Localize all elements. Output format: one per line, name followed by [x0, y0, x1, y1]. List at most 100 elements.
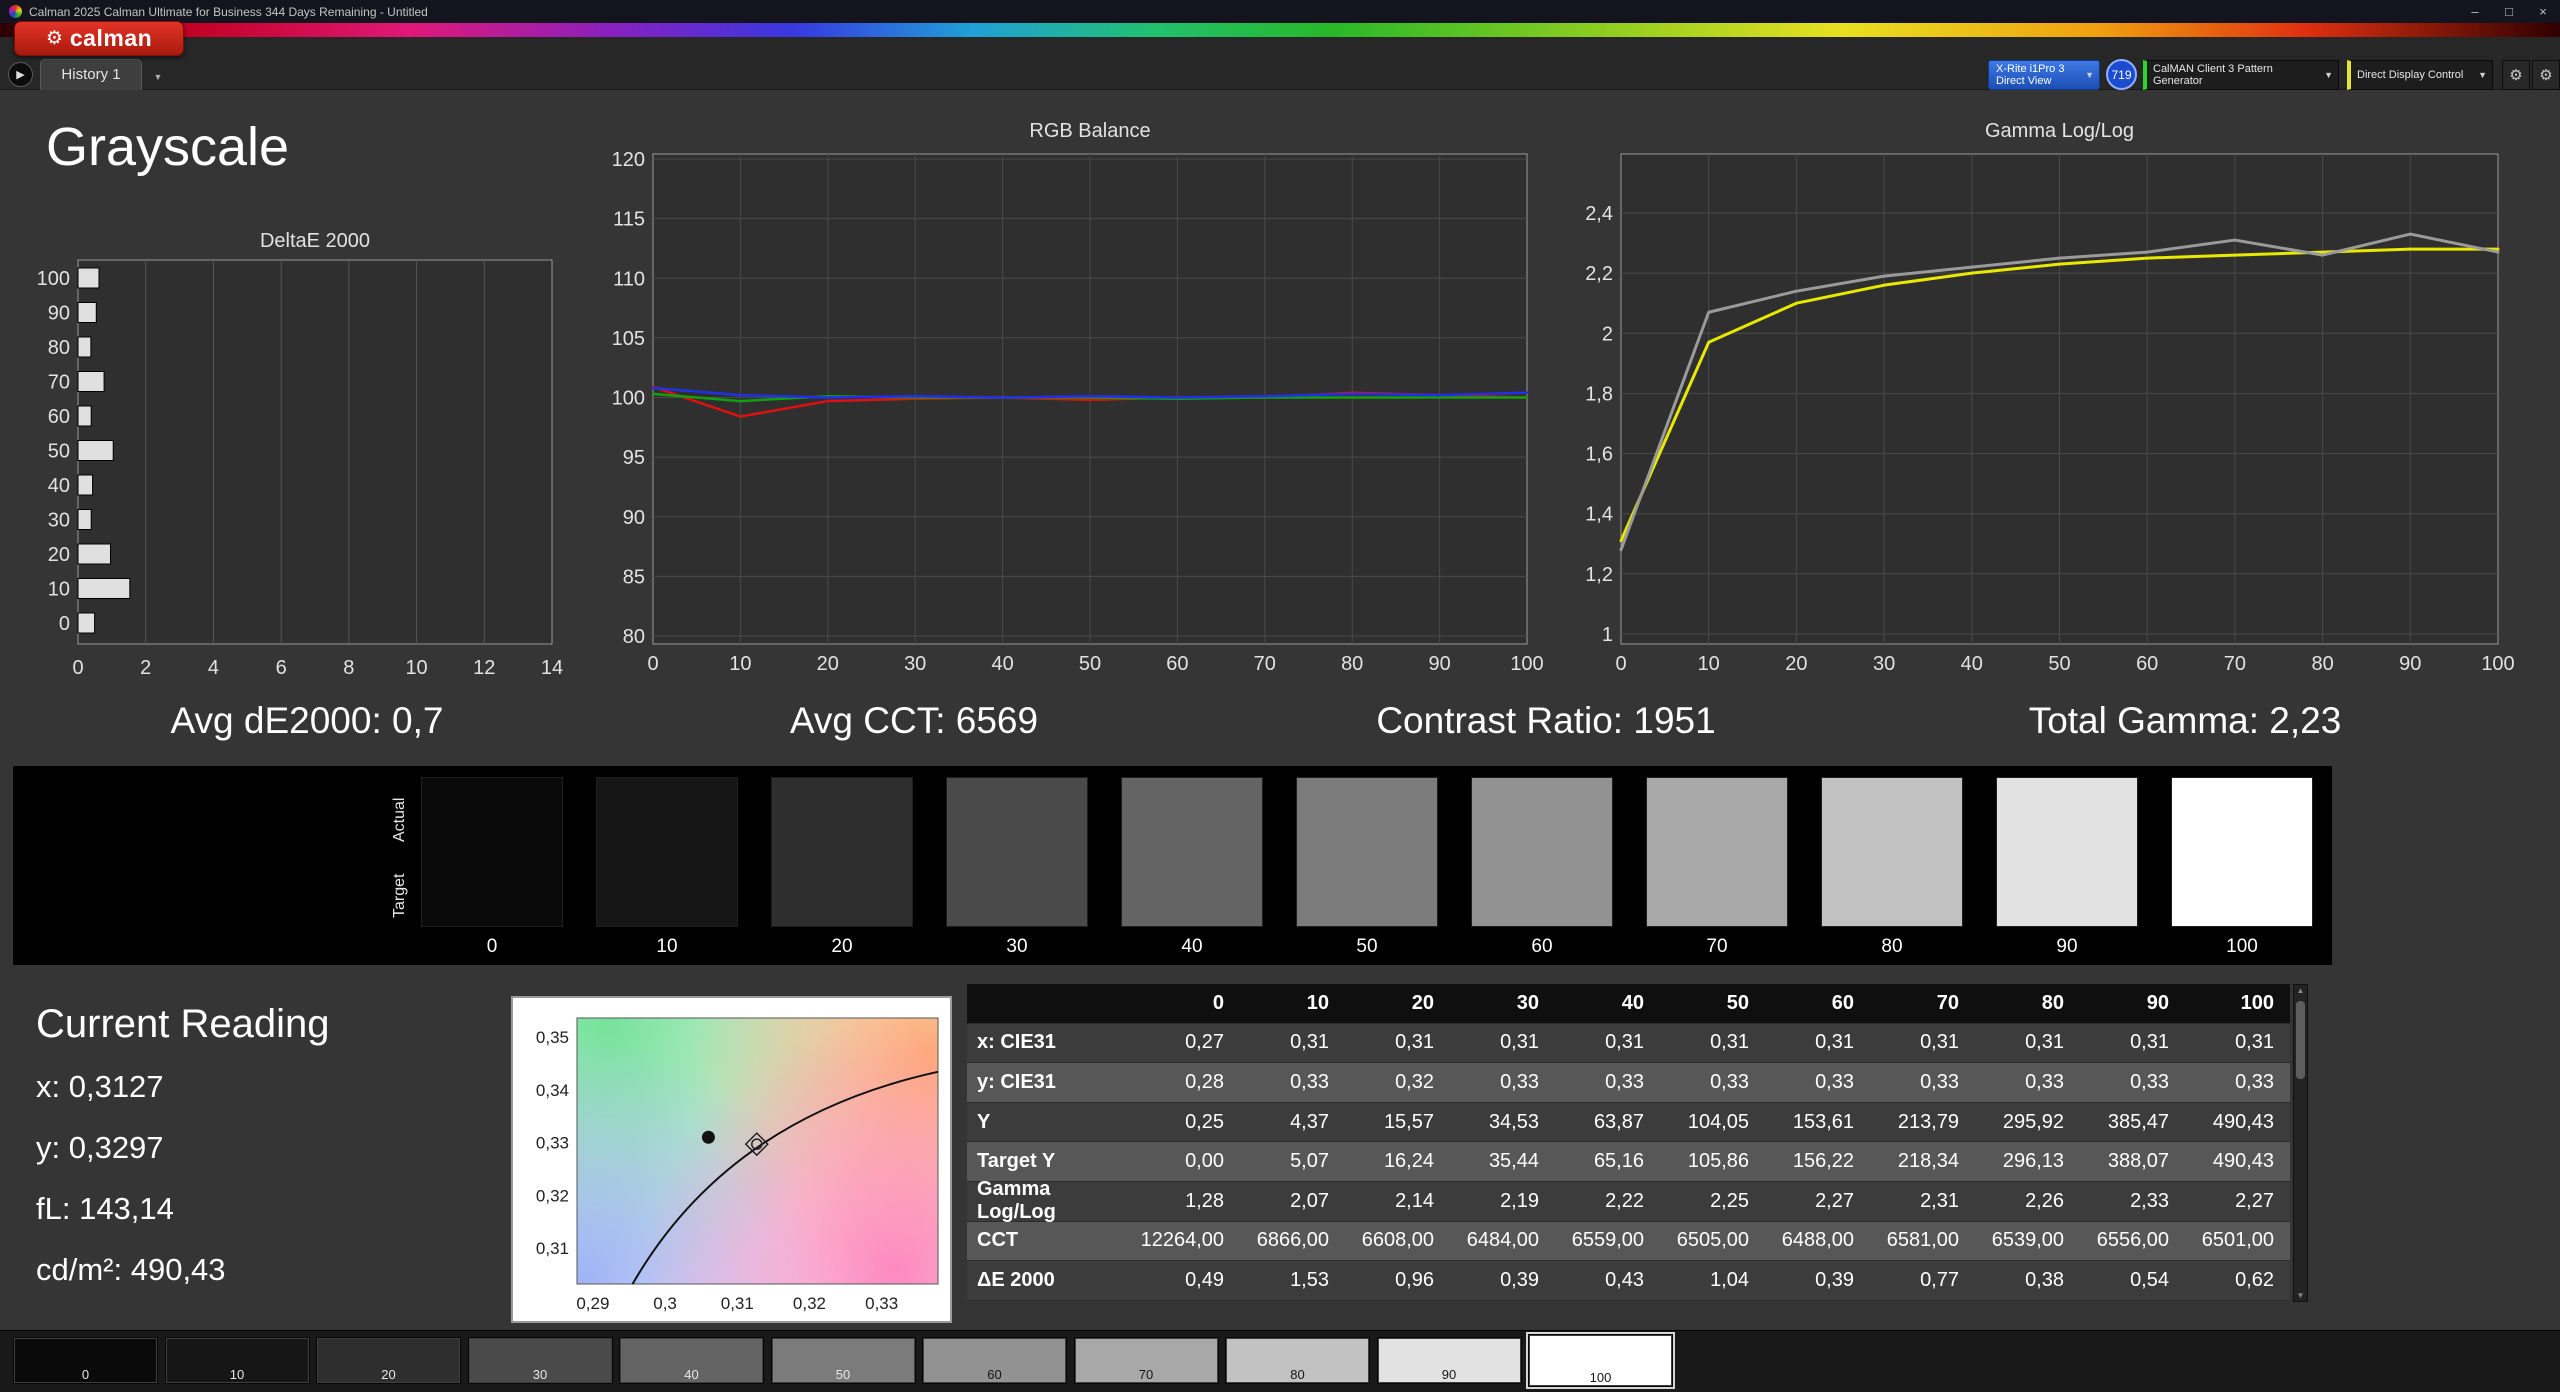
table-cell: 2,14: [1345, 1181, 1450, 1222]
gamma-chart: Gamma Log/Log 0 10 20 30 40 50 60 70 80 90 100 1 1,2…: [1570, 120, 2520, 686]
svg-text:60: 60: [2136, 653, 2158, 675]
level-button-40[interactable]: 40: [619, 1337, 764, 1384]
svg-text:1,8: 1,8: [1585, 383, 1613, 405]
pattern-generator-dropdown[interactable]: CalMAN Client 3 Pattern Generator ▼: [2143, 60, 2339, 90]
table-cell: 385,47: [2080, 1102, 2185, 1143]
tab-history-1[interactable]: History 1: [40, 59, 142, 90]
level-button-50[interactable]: 50: [770, 1337, 916, 1384]
grayscale-patch-label: 60: [1531, 936, 1553, 957]
current-reading-title: Current Reading: [36, 1002, 330, 1046]
table-cell: 16,24: [1345, 1142, 1450, 1182]
level-button-10[interactable]: 10: [164, 1337, 310, 1384]
svg-text:40: 40: [1961, 653, 1983, 675]
table-cell: 5,07: [1240, 1142, 1345, 1182]
scroll-up-icon[interactable]: ▲: [2294, 986, 2307, 995]
meter-line1: X-Rite i1Pro 3: [1996, 63, 2065, 75]
level-button-20[interactable]: 20: [316, 1337, 461, 1384]
gear-icon: ⚙: [45, 28, 63, 49]
table-cell: 2,26: [1975, 1181, 2080, 1222]
level-button-70[interactable]: 70: [1073, 1337, 1219, 1384]
table-cell: 0,33: [1870, 1063, 1975, 1103]
table-scrollbar[interactable]: ▲ ▼: [2293, 984, 2308, 1302]
svg-text:10: 10: [405, 657, 427, 679]
svg-text:1,2: 1,2: [1585, 564, 1613, 586]
svg-text:90: 90: [623, 507, 645, 529]
meter-count-badge[interactable]: 719: [2106, 59, 2137, 90]
svg-text:0: 0: [72, 657, 83, 679]
close-button[interactable]: ×: [2526, 0, 2560, 23]
gamma-plot: 0 10 20 30 40 50 60 70 80 90 100 1 1,2 1,4 1,6 1,8 2 2,2 2…: [1585, 153, 2515, 675]
grayscale-patch-label: 70: [1706, 936, 1728, 957]
tab-menu-button[interactable]: ▼: [148, 68, 168, 86]
svg-text:30: 30: [904, 653, 926, 675]
level-button-90[interactable]: 90: [1376, 1337, 1522, 1384]
level-button-100[interactable]: 100: [1526, 1332, 1675, 1389]
svg-text:105: 105: [612, 328, 645, 350]
table-column-header: 90: [2080, 984, 2185, 1024]
grayscale-patch-70: [1646, 777, 1788, 927]
table-cell: 12264,00: [1135, 1221, 1240, 1262]
svg-text:1,6: 1,6: [1585, 444, 1613, 466]
settings-button[interactable]: ⚙: [2502, 60, 2530, 90]
level-button-0[interactable]: 0: [13, 1337, 158, 1384]
grayscale-patch-90: [1996, 777, 2138, 927]
grayscale-patch-label: 30: [1006, 936, 1028, 957]
table-corner-cell: [967, 984, 1135, 1024]
table-cell: 2,25: [1660, 1181, 1765, 1222]
level-button-60[interactable]: 60: [922, 1337, 1067, 1384]
grayscale-patch-60: [1471, 777, 1613, 927]
deltae-chart-title: DeltaE 2000: [259, 230, 371, 252]
table-column-header: 80: [1975, 984, 2080, 1024]
level-button-label: 40: [684, 1367, 699, 1382]
svg-text:50: 50: [48, 441, 70, 463]
current-reading-panel: Current Reading x: 0,3127 y: 0,3297 fL: …: [36, 1002, 330, 1313]
workflow-settings-button[interactable]: ⚙: [2532, 60, 2560, 90]
reading-x: x: 0,3127: [36, 1069, 164, 1104]
table-cell: 2,19: [1450, 1181, 1555, 1222]
meter-dropdown[interactable]: X-Rite i1Pro 3 Direct View ▼: [1988, 60, 2100, 90]
svg-text:80: 80: [623, 626, 645, 648]
page-title: Grayscale: [46, 117, 290, 177]
display-control-dropdown[interactable]: Direct Display Control ▼: [2347, 60, 2493, 90]
level-button-30[interactable]: 30: [467, 1337, 613, 1384]
table-cell: 0,27: [1135, 1023, 1240, 1064]
play-icon: ▶: [16, 69, 25, 81]
level-button-label: 70: [1138, 1367, 1154, 1382]
table-cell: 0,77: [1870, 1261, 1975, 1301]
table-cell: 0,38: [1975, 1261, 2080, 1301]
table-cell: 6581,00: [1870, 1221, 1975, 1262]
meter-line2: Direct View: [1996, 75, 2052, 87]
table-row-label: Target Y: [967, 1142, 1135, 1182]
table-cell: 0,31: [1345, 1023, 1450, 1064]
calman-logo: ⚙ calman: [14, 21, 184, 56]
table-cell: 105,86: [1660, 1142, 1765, 1182]
grayscale-patch-label: 90: [2056, 936, 2078, 957]
grayscale-patch-label: 0: [486, 936, 498, 957]
table-column-header: 20: [1345, 984, 1450, 1024]
grayscale-swatch-panel: Actual Target 0 10 20 30 40 50 60 70 80 90 100: [13, 766, 2332, 965]
calman-window: Calman 2025 Calman Ultimate for Business…: [0, 0, 2560, 1392]
svg-text:0,34: 0,34: [536, 1081, 569, 1100]
target-row-label: Target: [391, 873, 408, 919]
bottom-bar: 0102030405060708090100 Back Next: [0, 1330, 2560, 1392]
maximize-button[interactable]: □: [2492, 0, 2526, 23]
svg-text:70: 70: [48, 372, 70, 394]
table-cell: 6559,00: [1555, 1221, 1660, 1262]
table-cell: 2,22: [1555, 1181, 1660, 1222]
table-cell: 388,07: [2080, 1142, 2185, 1182]
table-cell: 6505,00: [1660, 1221, 1765, 1262]
minimize-button[interactable]: –: [2458, 0, 2492, 23]
scrollbar-thumb[interactable]: [2296, 1001, 2305, 1079]
table-cell: 0,31: [1660, 1023, 1765, 1064]
table-column-header: 0: [1135, 984, 1240, 1024]
table-cell: 2,31: [1870, 1181, 1975, 1222]
table-row-label: x: CIE31: [967, 1023, 1135, 1064]
grayscale-patch-10: [596, 777, 738, 927]
level-button-80[interactable]: 80: [1225, 1337, 1370, 1384]
avg-cct-stat: Avg CCT: 6569: [789, 700, 1039, 741]
scroll-down-icon[interactable]: ▼: [2294, 1291, 2307, 1300]
play-button[interactable]: ▶: [8, 62, 33, 87]
spectrum-strip: [0, 23, 2560, 37]
table-cell: 0,96: [1345, 1261, 1450, 1301]
table-cell: 0,39: [1450, 1261, 1555, 1301]
